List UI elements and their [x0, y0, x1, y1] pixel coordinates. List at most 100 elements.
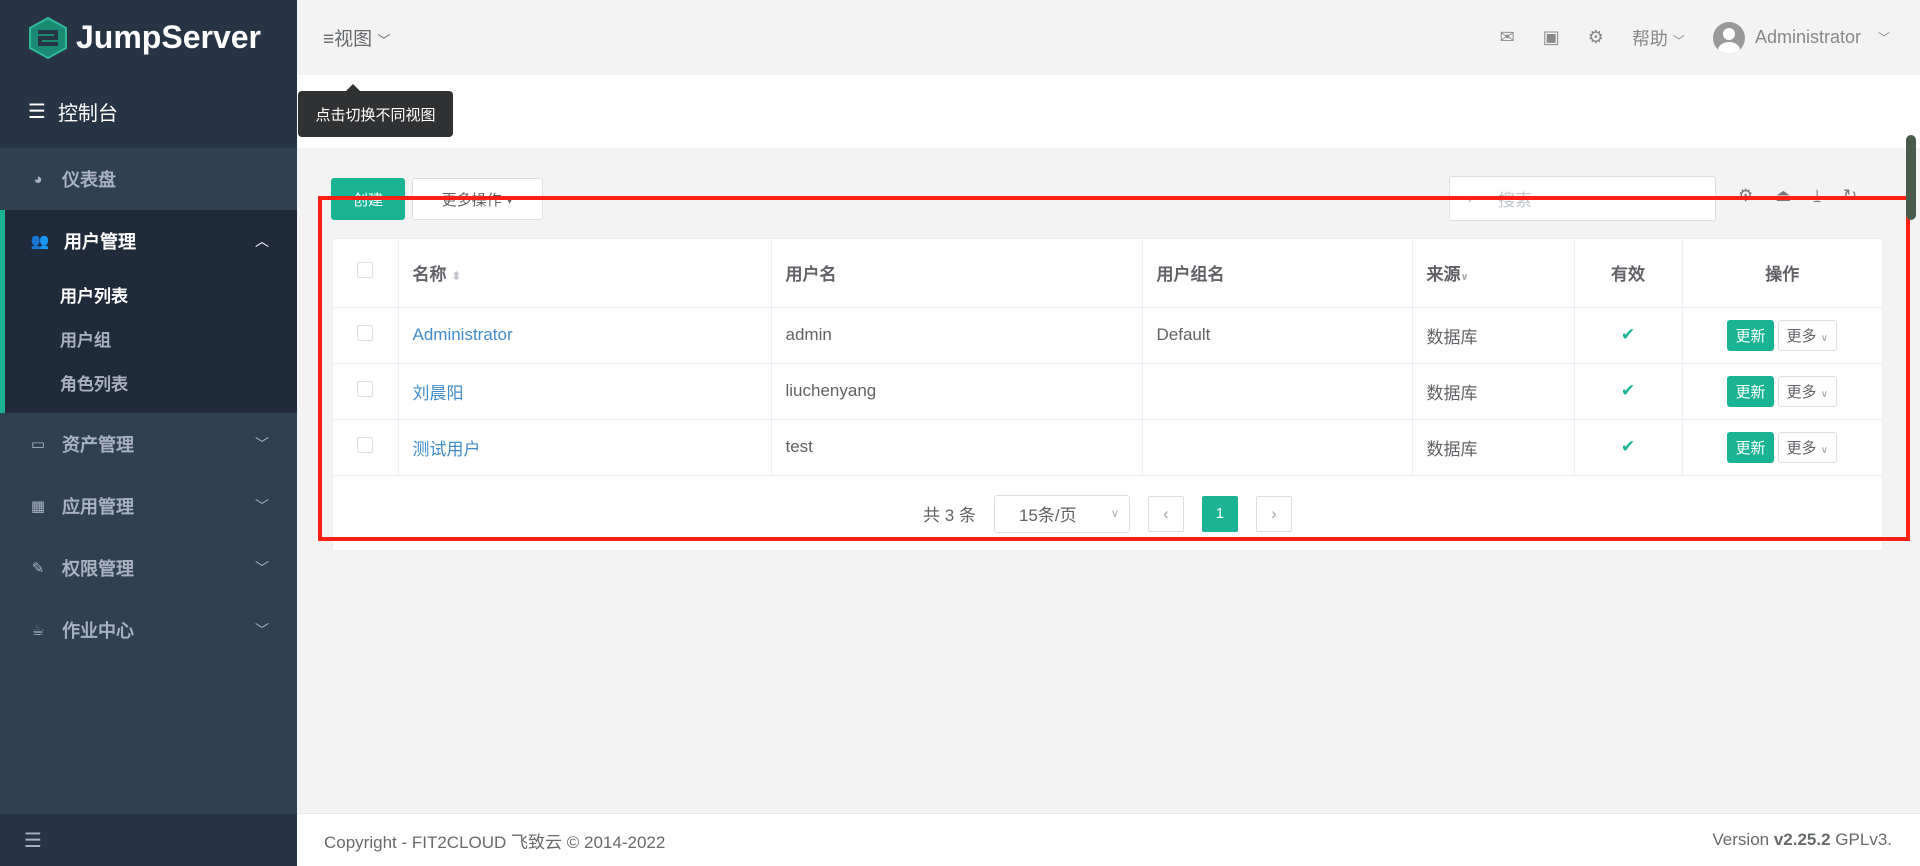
- version-prefix: Version: [1712, 830, 1774, 849]
- chevron-down-icon: ﹀: [255, 436, 269, 452]
- mail-icon[interactable]: ✉: [1500, 27, 1515, 48]
- next-page-button[interactable]: ›: [1255, 495, 1292, 532]
- grid-icon: ▦: [30, 498, 46, 515]
- top-header: ≡视图 ﹀ ✉ ▣ ⚙ 帮助 ﹀ Administrator ﹀: [297, 0, 1920, 75]
- sidebar-subitem-user-groups[interactable]: 用户组: [5, 316, 297, 360]
- sidebar-subitem-user-list[interactable]: 用户列表: [5, 272, 297, 316]
- sort-icon[interactable]: ⬍: [451, 269, 461, 283]
- update-button[interactable]: 更新: [1727, 431, 1774, 463]
- export-icon[interactable]: ⤓: [1813, 186, 1821, 206]
- label: 作业中心: [62, 621, 134, 641]
- help-label: 帮助: [1631, 28, 1668, 49]
- chevron-down-icon: ∨: [1820, 332, 1829, 344]
- inbox-icon: ▭: [30, 436, 46, 453]
- chevron-down-icon: ﹀: [255, 622, 269, 638]
- logo[interactable]: JumpServer: [0, 0, 297, 75]
- users-icon: 👥: [30, 233, 50, 250]
- check-icon: ✔: [1620, 325, 1636, 344]
- chevron-down-icon: ∨: [1466, 193, 1475, 205]
- console-link[interactable]: ☰ 控制台: [0, 75, 297, 148]
- copyright: Copyright - FIT2CLOUD 飞致云 © 2014-2022: [324, 832, 666, 852]
- user-name-link[interactable]: 刘晨阳: [413, 384, 464, 403]
- page-1-button[interactable]: 1: [1201, 495, 1238, 532]
- chevron-down-icon: ﹀: [255, 560, 269, 576]
- group-cell: [1142, 363, 1413, 420]
- row-checkbox[interactable]: [357, 380, 374, 397]
- more-dropdown[interactable]: 更多 ∨: [1777, 375, 1838, 407]
- row-checkbox[interactable]: [357, 436, 374, 453]
- version-info: Version v2.25.2 GPLv3.: [1712, 830, 1892, 850]
- total-count: 共 3 条: [923, 506, 976, 525]
- dashboard-icon: ◕: [33, 170, 43, 188]
- license: GPLv3.: [1830, 830, 1892, 849]
- source-cell: 数据库: [1412, 363, 1575, 420]
- user-name-link[interactable]: 测试用户: [413, 440, 481, 459]
- label: 资产管理: [62, 435, 134, 455]
- page-size-select[interactable]: 15条/页 ∨: [993, 494, 1130, 533]
- label: 权限管理: [62, 559, 134, 579]
- update-button[interactable]: 更新: [1727, 319, 1774, 351]
- create-button[interactable]: 创建: [331, 178, 405, 220]
- col-actions: 操作: [1682, 239, 1882, 308]
- col-name[interactable]: 名称 ⬍: [398, 239, 772, 308]
- page-size-value: 15条/页: [1018, 506, 1077, 525]
- sidebar-item-jobs[interactable]: ☕ 作业中心 ﹀: [0, 599, 297, 661]
- settings-icon[interactable]: ⚙: [1738, 186, 1753, 206]
- update-button[interactable]: 更新: [1727, 375, 1774, 407]
- source-cell: 数据库: [1412, 307, 1575, 364]
- user-menu[interactable]: Administrator ﹀: [1712, 21, 1890, 54]
- chevron-down-icon: ∨: [1110, 508, 1119, 520]
- console-label: 控制台: [57, 103, 118, 125]
- col-label: 来源: [1426, 265, 1461, 285]
- prev-page-button[interactable]: ‹: [1147, 495, 1184, 532]
- users-table-card: 名称 ⬍ 用户名 用户组名 来源∨ 有效 操作 Administrator ad…: [332, 238, 1883, 551]
- more-label: 更多: [1786, 383, 1817, 401]
- username-cell: test: [771, 419, 1143, 476]
- group-cell: [1142, 419, 1413, 476]
- user-name-link[interactable]: Administrator: [413, 325, 513, 344]
- collapse-sidebar-button[interactable]: ☰: [0, 814, 297, 866]
- col-valid: 有效: [1574, 239, 1683, 308]
- menu-icon: ≡: [323, 29, 335, 50]
- sidebar-group-users: 👥 用户管理 ︿ 用户列表 用户组 角色列表: [0, 210, 297, 413]
- username-cell: liuchenyang: [771, 363, 1143, 420]
- sidebar-item-apps[interactable]: ▦ 应用管理 ﹀: [0, 475, 297, 537]
- more-dropdown[interactable]: 更多 ∨: [1777, 319, 1838, 351]
- terminal-icon[interactable]: ▣: [1543, 27, 1560, 48]
- sidebar-item-perms[interactable]: ✎ 权限管理 ﹀: [0, 537, 297, 599]
- search-input[interactable]: ∨ 搜索: [1449, 176, 1716, 221]
- chevron-down-icon: ﹀: [377, 33, 391, 48]
- group-cell: Default: [1142, 307, 1413, 364]
- view-switcher[interactable]: ≡视图 ﹀: [323, 24, 390, 51]
- edit-icon: ✎: [31, 560, 45, 577]
- menu-fold-icon: ☰: [24, 829, 42, 852]
- user-name: Administrator: [1754, 26, 1861, 47]
- sidebar-item-dashboard[interactable]: ◕ 仪表盘: [0, 148, 297, 210]
- more-actions-button[interactable]: 更多操作 ▾: [412, 178, 543, 220]
- help-menu[interactable]: 帮助 ﹀: [1632, 25, 1685, 51]
- sidebar-item-users[interactable]: 👥 用户管理 ︿: [5, 210, 297, 272]
- view-tooltip: 点击切换不同视图: [298, 84, 453, 137]
- col-source[interactable]: 来源∨: [1412, 239, 1575, 308]
- version-number: v2.25.2: [1773, 830, 1831, 849]
- refresh-icon[interactable]: ↻: [1843, 186, 1857, 206]
- more-label: 更多: [1786, 327, 1817, 345]
- scrollbar[interactable]: [1906, 135, 1916, 220]
- chevron-down-icon: ﹀: [255, 498, 269, 514]
- chevron-down-icon: ﹀: [1672, 33, 1685, 48]
- col-username: 用户名: [771, 239, 1143, 308]
- more-dropdown[interactable]: 更多 ∨: [1777, 431, 1838, 463]
- row-checkbox[interactable]: [357, 324, 374, 341]
- gear-icon[interactable]: ⚙: [1588, 27, 1604, 48]
- footer: Copyright - FIT2CLOUD 飞致云 © 2014-2022 Ve…: [297, 813, 1920, 866]
- chevron-down-icon: ∨: [1820, 388, 1829, 400]
- check-icon: ✔: [1620, 437, 1636, 456]
- import-icon[interactable]: ⏏: [1775, 186, 1791, 206]
- label: 用户管理: [64, 232, 136, 252]
- table-header: 名称 ⬍ 用户名 用户组名 来源∨ 有效 操作: [333, 239, 1882, 308]
- view-label: 视图: [334, 29, 373, 50]
- select-all-checkbox[interactable]: [357, 262, 374, 279]
- sliders-icon: ☰: [28, 101, 46, 123]
- sidebar-subitem-roles[interactable]: 角色列表: [5, 360, 297, 404]
- sidebar-item-assets[interactable]: ▭ 资产管理 ﹀: [0, 413, 297, 475]
